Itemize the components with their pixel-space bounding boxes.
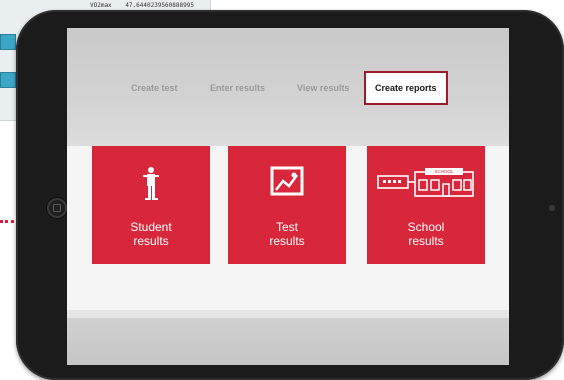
background-strip <box>0 72 16 88</box>
tile-label-line1: School <box>407 220 445 234</box>
nav-tabs: Create test Enter results View results C… <box>67 71 509 105</box>
background-data-row: VO2max 47.6440239560888995 <box>90 2 194 9</box>
background-row-key: VO2max <box>90 2 112 9</box>
chart-image-icon <box>228 166 346 206</box>
school-results-tile[interactable]: SCHOOL School results <box>367 146 485 264</box>
tab-enter-results[interactable]: Enter results <box>210 75 265 101</box>
home-square-icon <box>53 204 61 212</box>
tiles-area: Student results Test results SCHOOL Scho… <box>67 146 509 318</box>
background-strip <box>0 34 16 50</box>
school-sign-text: SCHOOL <box>434 169 454 174</box>
school-building-icon: SCHOOL <box>367 166 485 206</box>
tile-label-line2: results <box>133 234 169 248</box>
footer-bar <box>67 318 509 365</box>
home-button[interactable] <box>47 198 67 218</box>
tab-view-results[interactable]: View results <box>297 75 349 101</box>
background-row-value: 47.6440239560888995 <box>125 2 194 9</box>
tab-create-reports[interactable]: Create reports <box>364 71 448 105</box>
test-results-label: Test results <box>228 220 346 248</box>
camera-icon <box>549 205 555 211</box>
student-results-tile[interactable]: Student results <box>92 146 210 264</box>
student-results-label: Student results <box>92 220 210 248</box>
school-results-label: School results <box>367 220 485 248</box>
tile-label-line1: Student <box>130 220 172 234</box>
tablet-screen: Create test Enter results View results C… <box>67 28 509 365</box>
tile-label-line2: results <box>408 234 444 248</box>
student-figure-icon <box>92 166 210 206</box>
tile-label-line1: Test <box>275 220 298 234</box>
tab-create-test[interactable]: Create test <box>131 75 178 101</box>
test-results-tile[interactable]: Test results <box>228 146 346 264</box>
tile-label-line2: results <box>269 234 305 248</box>
